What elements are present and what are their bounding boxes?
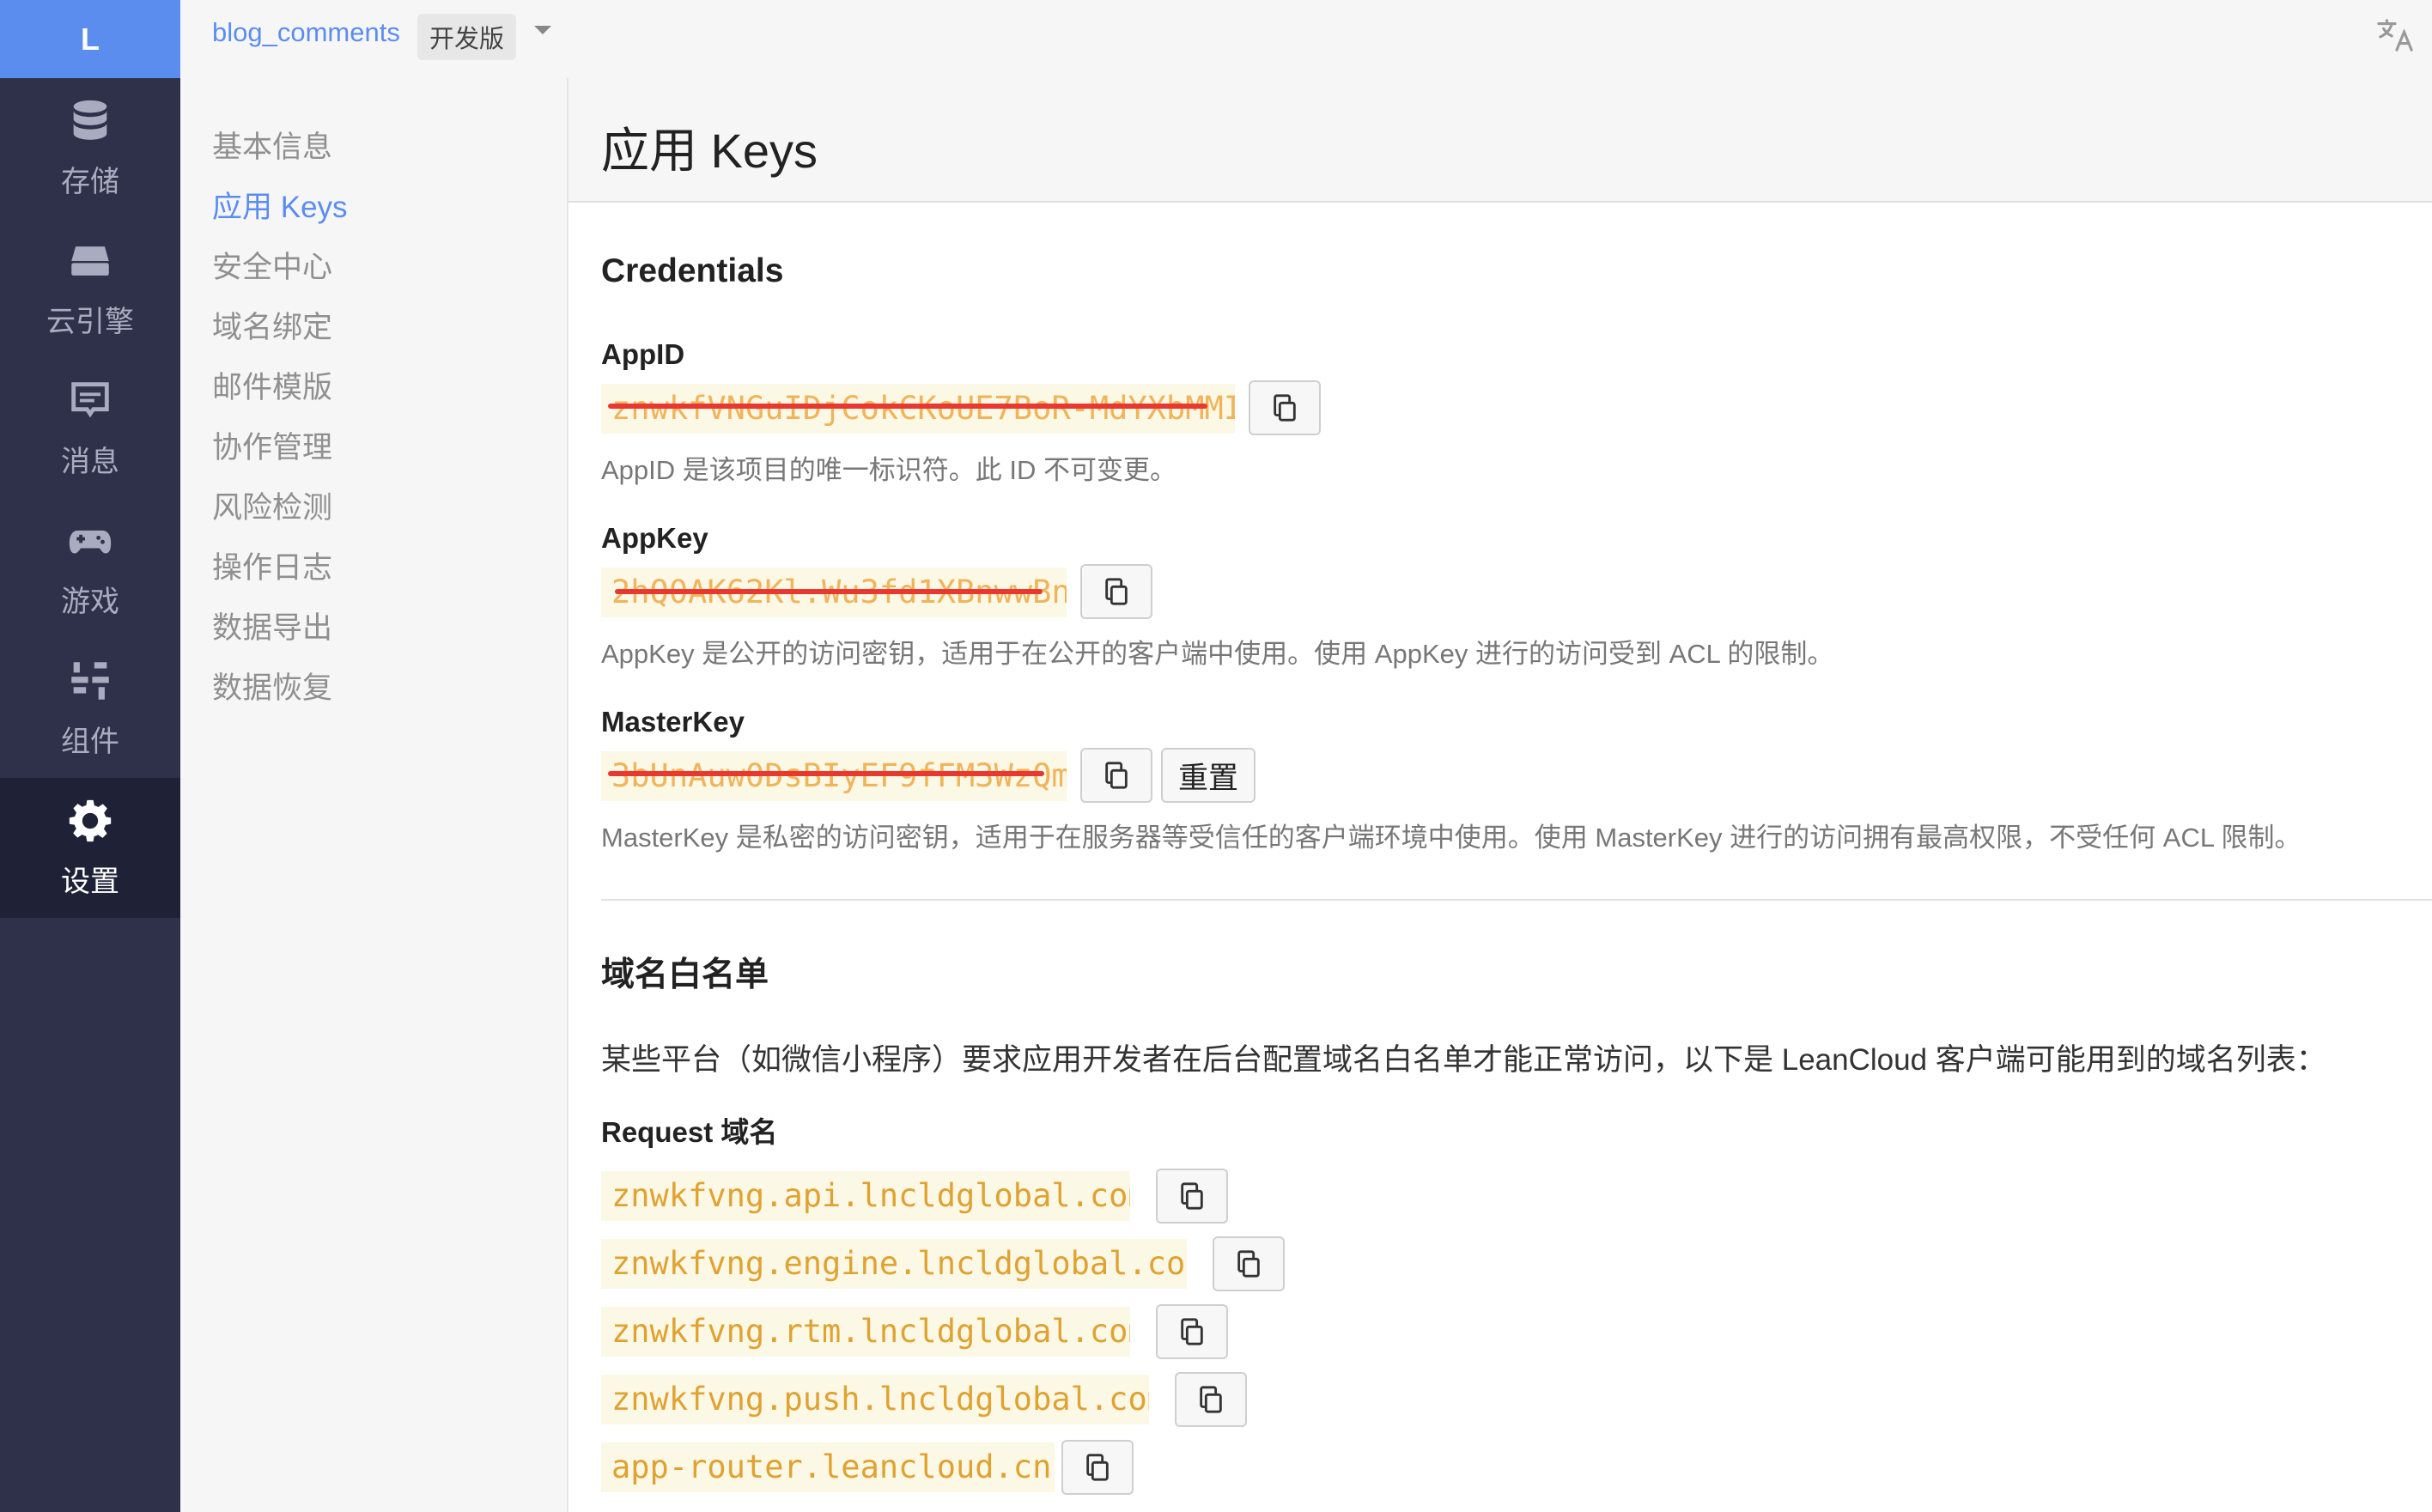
credentials-heading: Credentials bbox=[601, 252, 784, 289]
rail-item-storage[interactable]: 存储 bbox=[0, 78, 180, 218]
masterkey-value: 3bUnAuw0DsBIyEF9fFM3WzQm bbox=[601, 751, 1067, 801]
database-icon bbox=[73, 100, 107, 140]
domain-value: znwkfvng.push.lncldglobal.com bbox=[601, 1375, 1149, 1424]
copy-domain-button[interactable] bbox=[1175, 1372, 1247, 1427]
rail-item-engine[interactable]: 云引擎 bbox=[0, 218, 180, 358]
app-switcher[interactable]: blog_comments bbox=[212, 17, 400, 48]
rail-item-label: 云引擎 bbox=[46, 306, 134, 338]
subnav-item-risk-detection[interactable]: 风险检测 bbox=[212, 483, 332, 527]
subnav-item-security[interactable]: 安全中心 bbox=[212, 243, 332, 287]
copy-icon bbox=[1181, 1318, 1203, 1345]
gamepad-icon bbox=[69, 530, 112, 554]
whitelist-heading: 域名白名单 bbox=[601, 956, 769, 993]
copy-appkey-button[interactable] bbox=[1080, 564, 1152, 619]
app-rail: L 存储 云引擎 消息 游戏 组件 设置 bbox=[0, 0, 180, 1512]
app-logo[interactable]: L bbox=[0, 0, 180, 78]
copy-icon bbox=[1105, 578, 1128, 605]
server-icon bbox=[71, 246, 109, 276]
appkey-description: AppKey 是公开的访问密钥，适用于在公开的客户端中使用。使用 AppKey … bbox=[601, 639, 1834, 669]
redaction-line bbox=[615, 589, 1043, 594]
request-domains-label: Request 域名 bbox=[601, 1116, 778, 1148]
translate-icon[interactable] bbox=[2375, 15, 2415, 55]
rail-item-messaging[interactable]: 消息 bbox=[0, 358, 180, 498]
subnav-item-operation-logs[interactable]: 操作日志 bbox=[212, 543, 332, 587]
subnav-item-domain-binding[interactable]: 域名绑定 bbox=[212, 303, 332, 347]
rail-item-label: 设置 bbox=[61, 865, 119, 898]
rail-item-settings[interactable]: 设置 bbox=[0, 778, 180, 918]
top-bar: blog_comments 开发版 bbox=[180, 0, 2432, 79]
settings-subnav: 基本信息 应用 Keys 安全中心 域名绑定 邮件模版 协作管理 风险检测 操作… bbox=[180, 78, 568, 1512]
copy-domain-button[interactable] bbox=[1156, 1169, 1228, 1224]
domain-value: znwkfvng.engine.lncldglobal.com bbox=[601, 1239, 1187, 1289]
appid-label: AppID bbox=[601, 338, 685, 370]
redaction-line bbox=[608, 404, 1207, 409]
masterkey-description: MasterKey 是私密的访问密钥，适用于在服务器等受信任的客户端环境中使用。… bbox=[601, 823, 2301, 853]
subnav-item-data-export[interactable]: 数据导出 bbox=[212, 604, 332, 647]
copy-icon bbox=[1105, 762, 1128, 789]
page-header: 应用 Keys bbox=[568, 78, 2432, 203]
appkey-label: AppKey bbox=[601, 522, 708, 554]
copy-domain-button[interactable] bbox=[1061, 1440, 1134, 1495]
appid-value: znwkfVNGuIDjCokCKoUE7BoR-MdYXbMMI bbox=[601, 384, 1235, 434]
subnav-item-email-templates[interactable]: 邮件模版 bbox=[212, 363, 332, 407]
page-title: 应用 Keys bbox=[601, 124, 818, 178]
caret-down-icon[interactable] bbox=[534, 26, 551, 34]
components-icon bbox=[71, 662, 109, 700]
rail-item-label: 组件 bbox=[61, 726, 119, 758]
copy-icon bbox=[1237, 1250, 1260, 1278]
gear-icon bbox=[69, 799, 112, 842]
copy-icon bbox=[1200, 1386, 1222, 1413]
rail-item-label: 消息 bbox=[61, 446, 119, 478]
subnav-item-data-restore[interactable]: 数据恢复 bbox=[212, 664, 332, 707]
copy-icon bbox=[1181, 1182, 1203, 1210]
copy-icon bbox=[1274, 394, 1296, 422]
appid-description: AppID 是该项目的唯一标识符。此 ID 不可变更。 bbox=[601, 455, 1176, 485]
subnav-item-app-keys[interactable]: 应用 Keys bbox=[212, 183, 348, 227]
message-icon bbox=[71, 382, 109, 418]
reset-masterkey-button[interactable]: 重置 bbox=[1161, 748, 1256, 803]
rail-item-games[interactable]: 游戏 bbox=[0, 498, 180, 638]
copy-domain-button[interactable] bbox=[1156, 1304, 1228, 1359]
copy-appid-button[interactable] bbox=[1249, 380, 1321, 435]
copy-masterkey-button[interactable] bbox=[1080, 748, 1152, 803]
main-content: Credentials AppID znwkfVNGuIDjCokCKoUE7B… bbox=[568, 203, 2432, 1512]
domain-value: znwkfvng.api.lncldglobal.com bbox=[601, 1171, 1130, 1221]
redaction-line bbox=[608, 771, 1044, 776]
rail-item-label: 游戏 bbox=[61, 586, 119, 618]
masterkey-label: MasterKey bbox=[601, 706, 745, 738]
copy-icon bbox=[1086, 1454, 1109, 1481]
section-divider bbox=[601, 899, 2432, 901]
rail-item-label: 存储 bbox=[61, 166, 119, 198]
subnav-item-basic-info[interactable]: 基本信息 bbox=[212, 123, 332, 167]
rail-item-components[interactable]: 组件 bbox=[0, 638, 180, 778]
domain-value: app-router.leancloud.cn bbox=[601, 1442, 1055, 1492]
domain-value: znwkfvng.rtm.lncldglobal.com bbox=[601, 1307, 1130, 1357]
copy-domain-button[interactable] bbox=[1213, 1236, 1285, 1291]
environment-badge: 开发版 bbox=[417, 14, 517, 60]
whitelist-intro: 某些平台（如微信小程序）要求应用开发者在后台配置域名白名单才能正常访问，以下是 … bbox=[601, 1043, 2326, 1077]
subnav-item-collaborators[interactable]: 协作管理 bbox=[212, 423, 332, 467]
